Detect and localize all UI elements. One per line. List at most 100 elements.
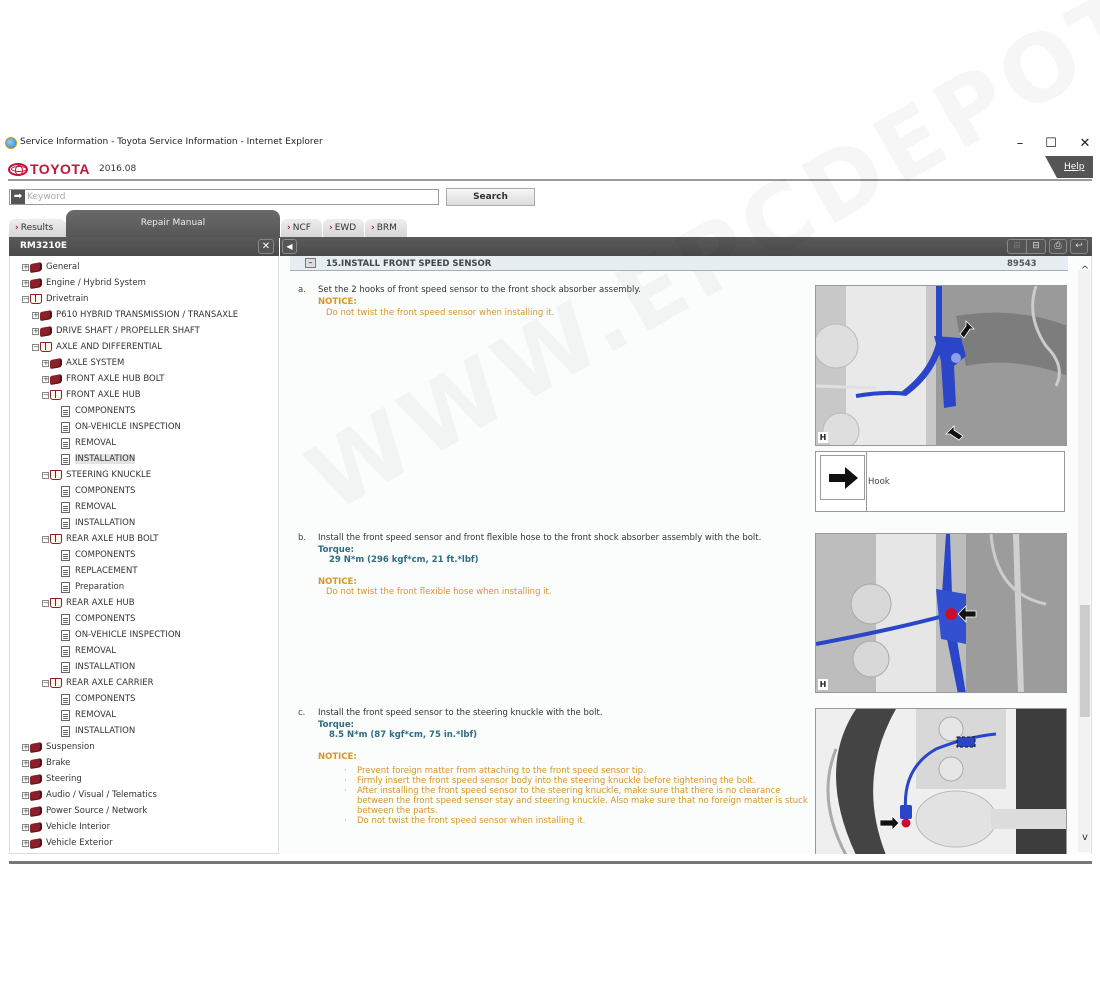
tab-repair-manual[interactable]: Repair Manual	[66, 210, 280, 238]
window-title: Service Information - Toyota Service Inf…	[20, 137, 323, 147]
expand-toggle-icon[interactable]: +	[22, 743, 29, 751]
tree-item[interactable]: INSTALLATION	[61, 724, 135, 738]
expand-toggle-icon[interactable]: +	[22, 263, 29, 271]
tree-item[interactable]: INSTALLATION	[61, 660, 135, 674]
scrollbar-track[interactable]	[1078, 270, 1090, 852]
expand-toggle-icon[interactable]: +	[22, 807, 29, 815]
tree-item[interactable]: REPLACEMENT	[61, 564, 138, 578]
tree-item[interactable]: + Power Source / Network	[22, 804, 147, 818]
expand-toggle-icon[interactable]: +	[22, 775, 29, 783]
tree-item[interactable]: INSTALLATION	[61, 452, 136, 466]
tree-item-label: REPLACEMENT	[75, 566, 138, 576]
tree-item[interactable]: COMPONENTS	[61, 692, 135, 706]
keyword-search-input[interactable]	[27, 190, 427, 204]
scroll-up-icon[interactable]: ^	[1078, 265, 1092, 277]
print-icon[interactable]: ⎙	[1049, 239, 1067, 254]
tree-item[interactable]: REMOVAL	[61, 708, 116, 722]
search-button[interactable]: Search	[446, 188, 535, 206]
back-icon[interactable]: ↩	[1070, 239, 1088, 254]
arrow-right-icon: ➡	[11, 190, 25, 204]
collapse-toggle-icon[interactable]: −	[32, 343, 39, 351]
tree-item[interactable]: + Audio / Visual / Telematics	[22, 788, 157, 802]
tree-item[interactable]: REMOVAL	[61, 500, 116, 514]
tree-item[interactable]: ON-VEHICLE INSPECTION	[61, 628, 181, 642]
tree-item-label: REMOVAL	[75, 502, 116, 512]
collapse-toggle-icon[interactable]: −	[42, 391, 49, 399]
expand-toggle-icon[interactable]: +	[22, 791, 29, 799]
book-icon	[50, 373, 62, 385]
collapse-sidebar-button[interactable]: ◀	[282, 239, 297, 254]
tree-item[interactable]: + P610 HYBRID TRANSMISSION / TRANSAXLE	[32, 308, 238, 322]
tree-item[interactable]: + Vehicle Exterior	[22, 836, 113, 850]
scroll-down-icon[interactable]: v	[1078, 832, 1092, 844]
tree-item[interactable]: − Drivetrain	[22, 292, 88, 306]
maximize-button[interactable]: ☐	[1036, 134, 1066, 154]
notice-item: · Prevent foreign matter from attaching t…	[344, 766, 646, 776]
close-panel-button[interactable]: ✕	[258, 239, 274, 254]
close-window-button[interactable]: ✕	[1070, 134, 1100, 154]
tree-item[interactable]: + Vehicle Interior	[22, 820, 110, 834]
tree-item[interactable]: − REAR AXLE HUB	[42, 596, 135, 610]
collapse-toggle-icon[interactable]: −	[42, 471, 49, 479]
collapse-toggle-icon[interactable]: −	[42, 535, 49, 543]
tree-item[interactable]: + Suspension	[22, 740, 95, 754]
help-link[interactable]: Help	[1064, 162, 1085, 172]
collapse-toggle-icon[interactable]: −	[42, 599, 49, 607]
tree-item[interactable]: − REAR AXLE HUB BOLT	[42, 532, 158, 546]
illustration-hooks: H	[815, 285, 1067, 446]
expand-toggle-icon[interactable]: +	[42, 359, 49, 367]
bottom-divider	[9, 861, 1092, 864]
tree-item[interactable]: + FRONT AXLE HUB BOLT	[42, 372, 164, 386]
tree-item[interactable]: − REAR AXLE CARRIER	[42, 676, 154, 690]
tree-item-label: Power Source / Network	[46, 806, 148, 816]
tree-item[interactable]: REMOVAL	[61, 436, 116, 450]
scrollbar-thumb[interactable]	[1080, 605, 1090, 717]
document-icon	[61, 709, 70, 721]
expand-toggle-icon[interactable]: +	[32, 327, 39, 335]
tree-item[interactable]: − AXLE AND DIFFERENTIAL	[32, 340, 162, 354]
open-book-icon	[50, 390, 62, 400]
tab-ncf[interactable]: › NCF	[281, 219, 322, 237]
expand-toggle-icon[interactable]: +	[32, 311, 39, 319]
tree-item[interactable]: + DRIVE SHAFT / PROPELLER SHAFT	[32, 324, 200, 338]
tree-item[interactable]: + Brake	[22, 756, 70, 770]
arrow-right-icon	[829, 467, 858, 489]
legend-icon-cell	[820, 455, 865, 500]
tree-item[interactable]: + AXLE SYSTEM	[42, 356, 124, 370]
minimize-button[interactable]: –	[1005, 134, 1035, 154]
tree-item[interactable]: COMPONENTS	[61, 484, 135, 498]
section-collapse-icon[interactable]: –	[305, 258, 316, 268]
toyota-emblem-icon	[8, 162, 28, 176]
expand-toggle-icon[interactable]: +	[22, 823, 29, 831]
expand-all-icon[interactable]: ⊞	[1007, 239, 1027, 254]
bolt-marker	[945, 608, 957, 620]
tree-item[interactable]: − STEERING KNUCKLE	[42, 468, 151, 482]
tree-item-label: REMOVAL	[75, 710, 116, 720]
notice-text: Do not twist the front flexible hose whe…	[326, 587, 552, 597]
tree-item[interactable]: COMPONENTS	[61, 612, 135, 626]
tree-item[interactable]: ON-VEHICLE INSPECTION	[61, 420, 181, 434]
tree-item[interactable]: REMOVAL	[61, 644, 116, 658]
section-id: 89543	[1007, 259, 1037, 269]
shock-absorber-illustration	[816, 286, 1066, 445]
tree-item[interactable]: Preparation	[61, 580, 124, 594]
tree-item[interactable]: + General	[22, 260, 80, 274]
tree-item-label: Suspension	[46, 742, 95, 752]
expand-toggle-icon[interactable]: +	[42, 375, 49, 383]
tree-item[interactable]: − FRONT AXLE HUB	[42, 388, 141, 402]
expand-toggle-icon[interactable]: +	[22, 839, 29, 847]
tab-ewd[interactable]: › EWD	[323, 219, 364, 237]
expand-toggle-icon[interactable]: +	[22, 759, 29, 767]
tab-brm[interactable]: › BRM	[365, 219, 407, 237]
tree-item[interactable]: COMPONENTS	[61, 548, 135, 562]
collapse-toggle-icon[interactable]: −	[42, 679, 49, 687]
tree-item[interactable]: + Engine / Hybrid System	[22, 276, 146, 290]
collapse-all-icon[interactable]: ⊟	[1026, 239, 1046, 254]
tab-results[interactable]: › Results	[9, 219, 66, 237]
steering-knuckle-illustration	[816, 709, 1066, 854]
collapse-toggle-icon[interactable]: −	[22, 295, 29, 303]
tree-item[interactable]: COMPONENTS	[61, 404, 135, 418]
tree-item[interactable]: + Steering	[22, 772, 82, 786]
tree-item[interactable]: INSTALLATION	[61, 516, 135, 530]
expand-toggle-icon[interactable]: +	[22, 279, 29, 287]
